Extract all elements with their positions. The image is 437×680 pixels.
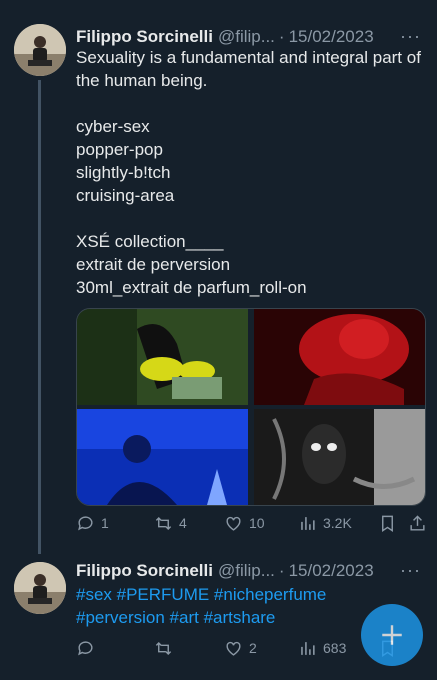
author-name[interactable]: Filippo Sorcinelli [76, 27, 213, 47]
media-image-4[interactable] [254, 409, 425, 505]
bookmark-button[interactable] [378, 514, 408, 533]
retweet-icon [155, 516, 172, 530]
author-handle[interactable]: @filip... [218, 561, 275, 581]
retweet-count: 4 [179, 515, 187, 531]
separator: · [278, 27, 285, 46]
reply-icon [78, 515, 93, 530]
views-count: 683 [323, 640, 347, 656]
views-icon [301, 641, 315, 655]
author-name[interactable]: Filippo Sorcinelli [76, 561, 213, 581]
separator: · [278, 561, 285, 580]
compose-plus-icon [382, 625, 402, 645]
avatar[interactable] [14, 24, 66, 76]
tweet-date[interactable]: 15/02/2023 [289, 27, 374, 47]
author-handle[interactable]: @filip... [218, 27, 275, 47]
like-button[interactable]: 2 [224, 639, 298, 658]
bookmark-icon [382, 515, 393, 532]
reply-count: 1 [101, 515, 109, 531]
tweet-date[interactable]: 15/02/2023 [289, 561, 374, 581]
retweet-icon [155, 641, 172, 655]
tweet-actions: 1 4 10 3.2K [76, 511, 429, 535]
share-button[interactable] [408, 514, 428, 533]
media-image-2[interactable] [254, 309, 425, 405]
media-image-1[interactable] [77, 309, 248, 405]
tweet-1[interactable]: Filippo Sorcinelli @filip... · 15/02/202… [0, 0, 437, 540]
media-image-3[interactable] [77, 409, 248, 505]
like-count: 2 [249, 640, 257, 656]
avatar[interactable] [14, 562, 66, 614]
more-icon[interactable]: ··· [400, 26, 421, 47]
like-icon [226, 516, 241, 531]
views-count: 3.2K [323, 515, 352, 531]
views-button[interactable]: 3.2K [298, 514, 378, 533]
views-icon [301, 516, 315, 530]
like-button[interactable]: 10 [224, 514, 298, 533]
reply-button[interactable]: 1 [76, 514, 154, 533]
media-grid[interactable] [76, 308, 426, 506]
reply-icon [78, 640, 93, 655]
like-count: 10 [249, 515, 265, 531]
more-icon[interactable]: ··· [400, 560, 421, 581]
compose-button[interactable] [361, 604, 423, 666]
tweet-header: Filippo Sorcinelli @filip... · 15/02/202… [76, 558, 427, 584]
retweet-button[interactable]: 4 [154, 514, 224, 533]
like-icon [226, 641, 241, 656]
retweet-button[interactable] [154, 639, 224, 658]
share-icon [410, 514, 425, 531]
reply-button[interactable] [76, 639, 154, 658]
tweet-text: Sexuality is a fundamental and integral … [76, 48, 421, 297]
